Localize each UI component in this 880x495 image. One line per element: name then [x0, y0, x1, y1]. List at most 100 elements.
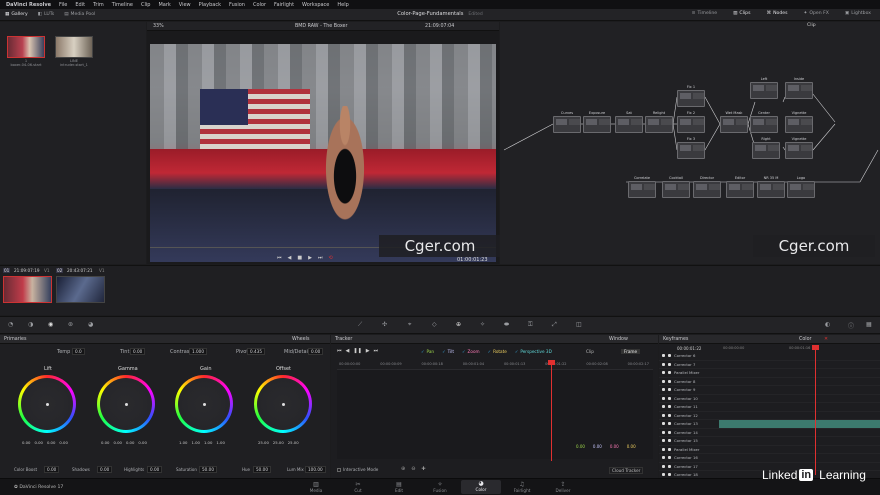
kf-row-11[interactable]: Corrector 15: [659, 437, 880, 446]
menu-file[interactable]: File: [59, 2, 67, 8]
colorboost-field[interactable]: 0.00: [44, 466, 60, 473]
key-icon[interactable]: ⚿: [528, 321, 533, 329]
shadows-field[interactable]: 0.00: [97, 466, 113, 473]
node-editor[interactable]: Editor: [726, 176, 754, 198]
3d-icon[interactable]: ◫: [576, 321, 582, 328]
delete-point-icon[interactable]: ⊖: [411, 466, 415, 472]
tracker-playhead-marker[interactable]: [548, 360, 555, 365]
interactive-mode-checkbox[interactable]: Interactive Mode: [337, 467, 378, 472]
kf-row-4[interactable]: Corrector 8: [659, 378, 880, 386]
open-fx-button[interactable]: ✦ Open FX: [798, 11, 833, 16]
menu-fairlight[interactable]: Fairlight: [274, 2, 294, 8]
primaries-mode[interactable]: Wheels: [292, 337, 310, 342]
track-stop-icon[interactable]: ❚❚: [353, 348, 361, 354]
menu-help[interactable]: Help: [337, 2, 348, 8]
kf-row-8[interactable]: Corrector 12: [659, 412, 880, 420]
offset-wheel[interactable]: [254, 375, 312, 433]
node-fix-2[interactable]: Fix 2: [677, 111, 705, 133]
keyframes-playhead[interactable]: [815, 347, 816, 475]
node-relight[interactable]: Relight: [645, 111, 673, 133]
menu-mark[interactable]: Mark: [158, 2, 170, 8]
track-reverse-icon[interactable]: ◀: [346, 348, 350, 354]
timeline-clip-2[interactable]: [56, 276, 105, 303]
mark-icon[interactable]: ✚: [421, 466, 425, 472]
menu-edit[interactable]: Edit: [75, 2, 85, 8]
node-curves[interactable]: Curves: [553, 111, 581, 133]
gain-wheel[interactable]: [175, 375, 233, 433]
kf-row-12[interactable]: Parallel Mixer: [659, 446, 880, 454]
contrast-field[interactable]: 1.000: [189, 348, 207, 355]
rgb-mixer-icon[interactable]: ⊛: [68, 321, 73, 328]
menu-playback[interactable]: Playback: [199, 2, 221, 8]
keyframes-playhead-marker[interactable]: [812, 345, 819, 350]
page-fairlight[interactable]: ♫ Fairlight: [502, 481, 542, 493]
page-deliver[interactable]: ⇪ Deliver: [543, 481, 583, 493]
gallery-still-2[interactable]: [55, 36, 93, 58]
track-end-icon[interactable]: ⏭: [374, 348, 379, 354]
color-match-icon[interactable]: ◑: [28, 321, 33, 328]
page-fusion[interactable]: ✧ Fusion: [420, 481, 460, 493]
menu-timeline[interactable]: Timeline: [112, 2, 133, 8]
gamma-wheel[interactable]: [97, 375, 155, 433]
clips-button[interactable]: ▥ Clips: [728, 11, 755, 16]
pivot-field[interactable]: 0.435: [247, 348, 265, 355]
kf-row-9[interactable]: Corrector 13: [659, 420, 880, 429]
color-warper-icon[interactable]: ✣: [382, 321, 387, 328]
kf-row-13[interactable]: Corrector 16: [659, 454, 880, 463]
blur-icon[interactable]: ⬬: [504, 321, 509, 329]
kf-row-6[interactable]: Corrector 10: [659, 395, 880, 403]
menu-fusion[interactable]: Fusion: [229, 2, 245, 8]
cloud-tracker-select[interactable]: Cloud Tracker: [609, 467, 644, 474]
saturation-field[interactable]: 50.00: [199, 466, 217, 473]
scopes-icon[interactable]: ◐: [825, 321, 830, 328]
info-icon[interactable]: ⓘ: [848, 321, 854, 330]
pan-checkbox[interactable]: ✓ Pan: [421, 349, 434, 354]
node-logo[interactable]: Logo: [787, 176, 815, 198]
node-wet-mask[interactable]: Wet Mask: [720, 111, 748, 133]
node-fix-3[interactable]: Fix 3: [677, 137, 705, 159]
page-media[interactable]: ▥ Media: [296, 481, 336, 493]
keyframes-color-select[interactable]: Color: [799, 337, 812, 342]
zoom-checkbox[interactable]: ✓ Zoom: [462, 349, 480, 354]
page-color[interactable]: ◕ Color: [461, 480, 501, 494]
timeline-clip-1[interactable]: [3, 276, 52, 303]
viewer-image[interactable]: [150, 44, 496, 262]
keyframes-close-icon[interactable]: ✕: [824, 337, 828, 342]
clip-name[interactable]: BMD RAW - The Boxer: [295, 24, 347, 29]
camera-raw-icon[interactable]: ◔: [8, 321, 13, 328]
window-icon[interactable]: ◇: [432, 321, 437, 328]
nodes-button[interactable]: ⌘ Nodes: [762, 11, 793, 16]
temp-field[interactable]: 0.0: [72, 348, 85, 355]
qualifier-icon[interactable]: ⌖: [408, 321, 411, 329]
layout-icon[interactable]: ▦: [866, 321, 872, 328]
tracker-playhead[interactable]: [551, 363, 552, 461]
lift-wheel[interactable]: [18, 375, 76, 433]
node-director[interactable]: Director: [693, 176, 721, 198]
node-cocktail[interactable]: Cocktail: [662, 176, 690, 198]
track-forward-icon[interactable]: ▶: [366, 348, 370, 354]
page-cut[interactable]: ✂ Cut: [338, 481, 378, 493]
node-exposure[interactable]: Exposure: [583, 111, 611, 133]
hue-field[interactable]: 50.00: [253, 466, 271, 473]
tint-field[interactable]: 0.00: [130, 348, 146, 355]
menu-app[interactable]: DaVinci Resolve: [6, 2, 51, 8]
add-point-icon[interactable]: ⊕: [401, 466, 405, 472]
timeline-button[interactable]: ≡ Timeline: [687, 11, 722, 16]
sizing-icon[interactable]: ⤢: [552, 321, 557, 329]
clip-mode-button[interactable]: Clip: [586, 349, 594, 354]
kf-row-3[interactable]: Parallel Mixer: [659, 369, 880, 378]
menu-color[interactable]: Color: [253, 2, 266, 8]
frame-mode-button[interactable]: Frame: [621, 349, 641, 354]
kf-row-1[interactable]: Corrector 6: [659, 352, 880, 361]
tracker-icon[interactable]: ⊕: [456, 321, 461, 328]
node-inside[interactable]: Inside: [785, 77, 813, 99]
node-sat[interactable]: Sat: [615, 111, 643, 133]
menu-trim[interactable]: Trim: [93, 2, 104, 8]
play-icon[interactable]: ▶: [308, 255, 312, 261]
stop-icon[interactable]: ■: [297, 255, 302, 261]
zoom-level[interactable]: 33%: [153, 24, 164, 29]
magic-mask-icon[interactable]: ✧: [480, 321, 485, 328]
loop-icon[interactable]: ⟲: [328, 255, 332, 261]
gallery-still-1[interactable]: [7, 36, 45, 58]
menu-clip[interactable]: Clip: [141, 2, 150, 8]
